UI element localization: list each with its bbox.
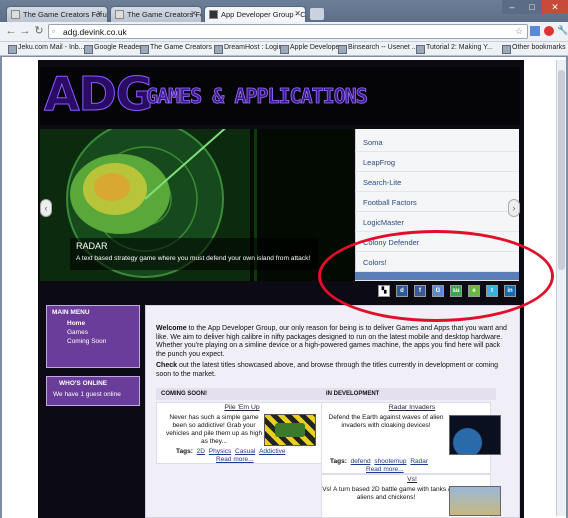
favicon-icon [115,10,124,19]
forward-icon[interactable]: → [18,25,32,39]
bookmark-item[interactable]: Jeku.com Mail - Inb... [8,44,85,54]
new-tab-button[interactable] [310,8,324,20]
extension-icon[interactable] [530,26,540,36]
intro-welcome: Welcome [156,325,187,332]
slide-description: A text based strategy game where you mus… [76,255,311,262]
tags-label: Tags: [330,458,347,465]
slider-prev-button[interactable]: ‹ [40,199,52,217]
tag-link[interactable]: shootemup [374,458,406,465]
radar-invaders-thumbnail[interactable] [449,415,501,455]
game-title-link[interactable]: Pile 'Em Up [202,404,282,411]
intro-paragraph-2: Check out the latest titles showcased ab… [156,362,508,379]
menu-item-coming-soon[interactable]: Coming Soon [47,337,139,346]
menu-item-games[interactable]: Games [47,328,139,337]
tag-link[interactable]: defend [351,458,371,465]
maximize-icon[interactable]: □ [522,0,542,14]
whos-online-box: WHO'S ONLINE We have 1 guest online [46,376,140,406]
slider-item-soma[interactable]: Soma [355,132,519,152]
favicon-icon [11,10,20,19]
slider-item-logicmaster[interactable]: LogicMaster [355,212,519,232]
main-menu-title: MAIN MENU [52,309,90,316]
red-annotation-circle [318,230,554,322]
game-description: Defend the Earth against waves of alien … [328,414,444,429]
slide-title: RADAR [76,241,108,251]
tag-link[interactable]: Casual [235,448,255,455]
in-development-heading: IN DEVELOPMENT [321,388,496,400]
close-window-icon[interactable]: ✕ [542,0,568,14]
close-icon[interactable]: ✕ [96,9,103,18]
tab-title: The Game Creators Forum [23,10,108,19]
tab-title: App Developer Group - Cul [221,10,306,19]
vs-thumbnail[interactable] [449,486,501,516]
game-description: Never has such a simple game been so add… [165,414,263,445]
menu-item-home[interactable]: Home [47,319,139,328]
game-tags: Tags: 2D Physics Casual Addictive [176,448,285,455]
bookmark-item[interactable]: DreamHost : Login [214,44,282,54]
intro-text-2: out the latest titles showcased above, a… [156,362,499,378]
tag-link[interactable]: 2D [197,448,205,455]
tag-link[interactable]: Physics [209,448,231,455]
slider-item-football-factors[interactable]: Football Factors [355,192,519,212]
site-subtitle: GAMES & APPLICATIONS [146,84,369,109]
coming-soon-heading: COMING SOON! [156,388,331,400]
tab-game-creators-2[interactable]: The Game Creators Forum ✕ [110,6,202,22]
game-description: Vs! A turn based 2D battle game with tan… [322,486,450,501]
back-icon[interactable]: ← [4,25,18,39]
tags-label: Tags: [176,448,193,455]
slider-item-leapfrog[interactable]: LeapFrog [355,152,519,172]
bookmark-item[interactable]: Google Reader [84,44,141,54]
other-bookmarks[interactable]: Other bookmarks [502,44,566,54]
slider-caption: RADAR A text based strategy game where y… [70,238,318,270]
minimize-icon[interactable]: – [502,0,522,14]
scrollbar[interactable] [556,60,566,516]
intro-text: to the App Developer Group, our only rea… [156,325,507,358]
intro-check: Check [156,362,178,369]
close-icon[interactable]: ✕ [294,9,301,18]
tab-game-creators-1[interactable]: The Game Creators Forum ✕ [6,6,108,22]
bookmark-item[interactable]: The Game Creators ... [140,44,220,54]
intro-paragraph: Welcome to the App Developer Group, our … [156,325,508,359]
slider-item-search-lite[interactable]: Search-Lite [355,172,519,192]
game-title-link[interactable]: Radar Invaders [372,404,452,411]
tag-link[interactable]: Addictive [259,448,285,455]
wrench-icon[interactable]: 🔧 [557,25,568,36]
pile-em-up-thumbnail[interactable] [264,414,316,446]
read-more-link[interactable]: Read more... [366,466,404,473]
url-text: adg.devink.co.uk [63,27,127,37]
bookmark-item[interactable]: Tutorial 2: Making Y... [416,44,493,54]
close-icon[interactable]: ✕ [190,9,197,18]
whos-online-title: WHO'S ONLINE [59,380,108,387]
tab-app-developer-group[interactable]: App Developer Group - Cul ✕ [204,6,306,22]
bookmark-item[interactable]: Apple Developer [280,44,342,54]
slider-next-button[interactable]: › [508,199,520,217]
game-title-link[interactable]: Vs! [400,476,424,483]
whos-online-text: We have 1 guest online [53,391,121,398]
game-tags: Tags: defend shootemup Radar [330,458,428,465]
scrollbar-thumb[interactable] [558,70,565,270]
extension-icon[interactable] [544,26,554,36]
reload-icon[interactable]: ↻ [32,25,46,39]
tag-link[interactable]: Radar [410,458,428,465]
main-menu-box: MAIN MENU Home Games Coming Soon [46,305,140,368]
site-logo[interactable]: ADG [44,66,155,122]
bookmark-item[interactable]: Binsearch -- Usenet ... [338,44,418,54]
read-more-link[interactable]: Read more... [216,456,254,463]
star-icon[interactable]: ☆ [515,26,523,37]
address-bar[interactable]: ▫ adg.devink.co.uk ☆ [48,24,528,39]
page-icon: ▫ [52,27,55,36]
favicon-icon [209,10,218,19]
